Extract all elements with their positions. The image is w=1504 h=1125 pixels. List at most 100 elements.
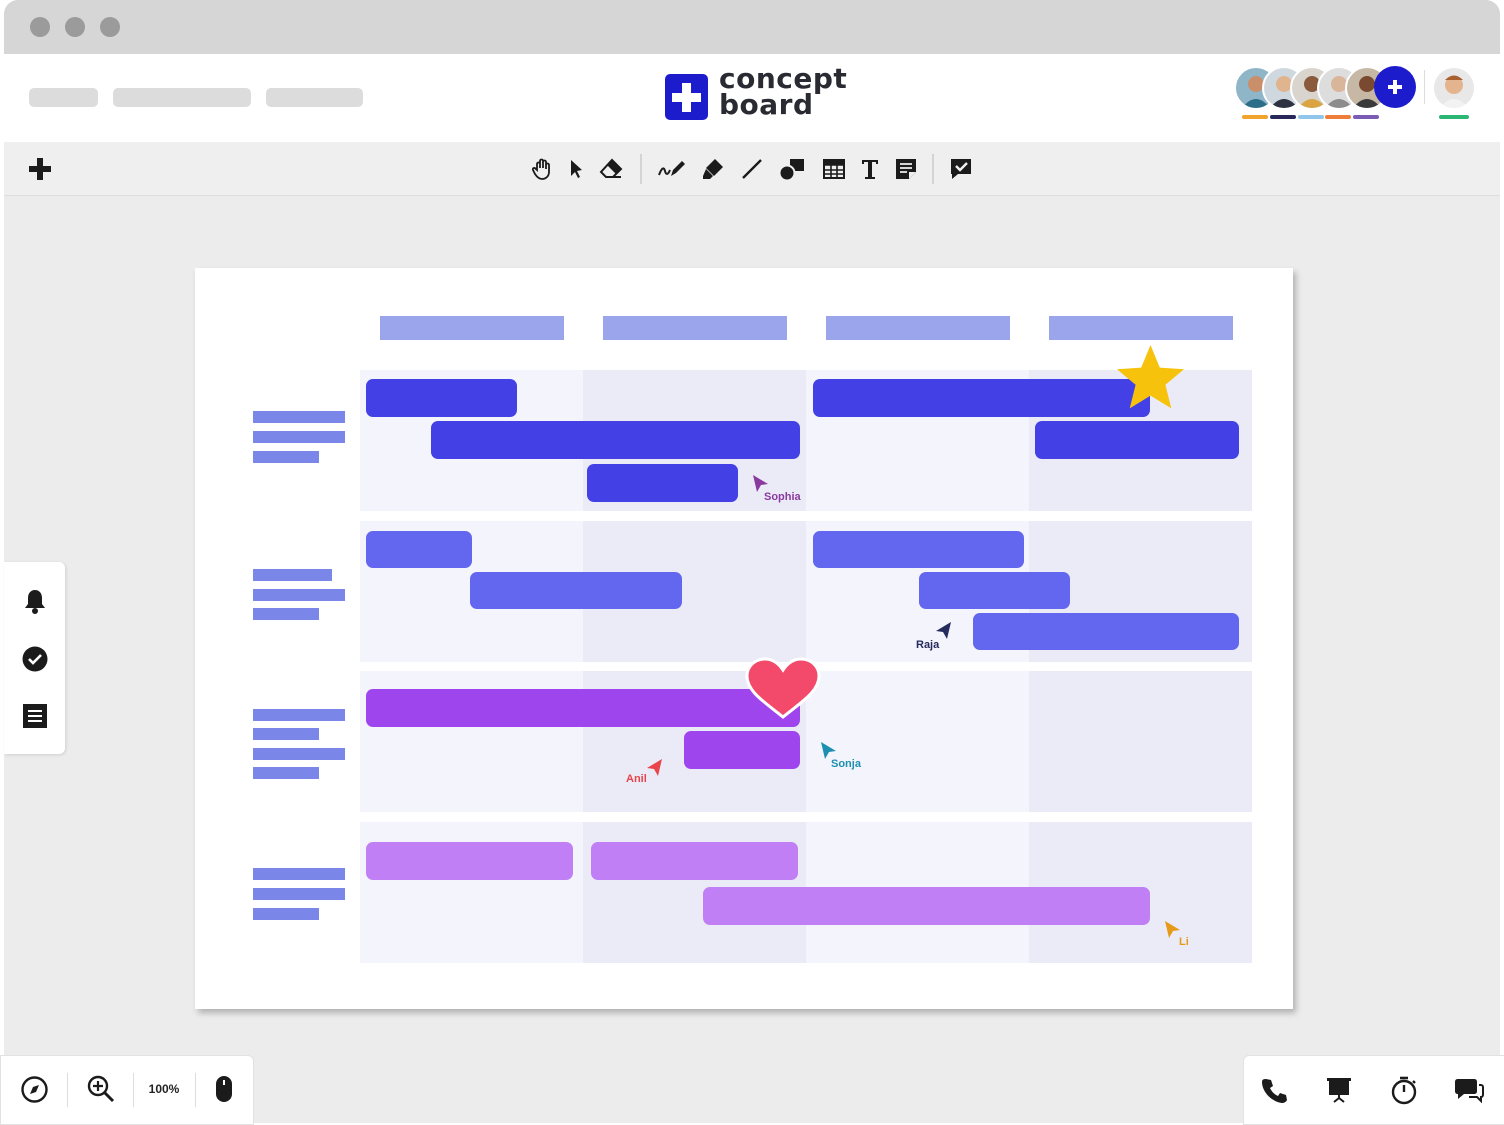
timer-button[interactable]: [1390, 1075, 1418, 1105]
panel-divider: [133, 1073, 134, 1107]
panel-divider: [195, 1073, 196, 1107]
pointer-icon: [571, 160, 582, 178]
timeline-bar[interactable]: [366, 689, 800, 727]
timeline-bar[interactable]: [366, 842, 573, 880]
panel-divider: [67, 1073, 68, 1107]
hand-icon: [531, 158, 550, 180]
row-label-line: [253, 728, 319, 740]
star-icon[interactable]: [1113, 343, 1188, 415]
shapes-tool[interactable]: [778, 155, 806, 183]
list-button[interactable]: [21, 702, 49, 730]
column-header-1: [380, 316, 564, 340]
phone-icon: [1262, 1079, 1287, 1103]
lane-cell: [1029, 671, 1252, 812]
plus-icon: [29, 158, 51, 180]
cursor-arrow-icon: [936, 622, 951, 639]
select-tool[interactable]: [562, 155, 590, 183]
timeline-bar[interactable]: [431, 421, 800, 459]
timeline-bar[interactable]: [919, 572, 1070, 609]
collaborator-color-5: [1353, 115, 1379, 119]
cursor-label-sonja: Sonja: [831, 758, 861, 770]
row-label-line: [253, 908, 319, 920]
timeline-bar[interactable]: [1035, 421, 1239, 459]
row-label-line: [253, 589, 345, 601]
column-header-3: [826, 316, 1010, 340]
timeline-bar[interactable]: [366, 379, 517, 417]
chat-button[interactable]: [1454, 1076, 1484, 1104]
eraser-tool[interactable]: [597, 155, 625, 183]
review-tool[interactable]: [947, 155, 975, 183]
timeline-bar[interactable]: [587, 464, 738, 502]
nav-placeholder-1[interactable]: [29, 88, 98, 107]
sticky-note-tool[interactable]: [892, 155, 920, 183]
collaborator-color-1: [1242, 115, 1268, 119]
eraser-icon: [599, 158, 623, 178]
add-collaborator-button[interactable]: [1374, 66, 1416, 108]
add-button[interactable]: [26, 155, 54, 183]
collaborator-color-4: [1325, 115, 1351, 119]
window-minimize-dot[interactable]: [65, 17, 85, 37]
nav-placeholder-2[interactable]: [113, 88, 251, 107]
timeline-bar[interactable]: [813, 531, 1024, 568]
logo-cross-icon: [672, 83, 701, 112]
list-icon: [23, 704, 47, 728]
heart-icon[interactable]: [744, 657, 822, 719]
navigator-button[interactable]: [20, 1075, 49, 1104]
column-header-2: [603, 316, 787, 340]
row-label-line: [253, 767, 319, 779]
timer-icon: [1391, 1076, 1417, 1105]
my-color: [1439, 115, 1469, 119]
sticky-note-icon: [896, 159, 916, 179]
zoom-in-button[interactable]: [86, 1074, 116, 1104]
highlighter-icon: [703, 159, 723, 179]
text-icon: [862, 160, 878, 179]
timeline-bar[interactable]: [703, 887, 1150, 925]
my-avatar[interactable]: [1432, 66, 1476, 110]
table-tool[interactable]: [820, 155, 848, 183]
timeline-bar[interactable]: [813, 379, 1150, 417]
timeline-bar[interactable]: [684, 731, 800, 769]
notifications-button[interactable]: [21, 587, 49, 615]
tasks-button[interactable]: [21, 645, 49, 673]
text-tool[interactable]: [856, 155, 884, 183]
row-label-line: [253, 608, 319, 620]
collaborator-color-2: [1270, 115, 1296, 119]
window-titlebar: [4, 0, 1500, 54]
chat-icon: [1455, 1079, 1484, 1104]
highlighter-tool[interactable]: [699, 155, 727, 183]
presentation-icon: [1327, 1078, 1351, 1103]
logo-mark: [665, 74, 708, 120]
window-close-dot[interactable]: [30, 17, 50, 37]
cursor-label-li: Li: [1179, 936, 1189, 948]
timeline-bar[interactable]: [973, 613, 1239, 650]
pen-tool[interactable]: [657, 155, 685, 183]
window-maximize-dot[interactable]: [100, 17, 120, 37]
compass-icon: [21, 1076, 48, 1103]
hand-tool[interactable]: [529, 155, 557, 183]
cursor-label-sophia: Sophia: [764, 491, 801, 503]
cursor-label-raja: Raja: [916, 639, 940, 651]
logo-line-2: board: [719, 88, 814, 121]
row-label-line: [253, 569, 332, 581]
line-tool[interactable]: [738, 155, 766, 183]
bell-icon: [25, 590, 45, 614]
column-header-4: [1049, 316, 1233, 340]
line-icon: [742, 159, 762, 179]
shapes-icon: [778, 159, 804, 182]
zoom-level[interactable]: 100%: [136, 1082, 192, 1096]
timeline-bar[interactable]: [366, 531, 472, 568]
call-button[interactable]: [1260, 1076, 1288, 1104]
cursor-arrow-icon: [647, 759, 662, 776]
presentation-button[interactable]: [1325, 1076, 1353, 1104]
toolbar-separator: [640, 154, 642, 184]
timeline-bar[interactable]: [470, 572, 682, 609]
nav-placeholder-3[interactable]: [266, 88, 363, 107]
timeline-bar[interactable]: [591, 842, 798, 880]
mouse-mode-button[interactable]: [214, 1074, 234, 1104]
row-label-line: [253, 709, 345, 721]
mouse-icon: [216, 1076, 232, 1102]
logo-text: concept board: [719, 65, 847, 121]
lane-cell: [806, 671, 1029, 812]
row-label-line: [253, 748, 345, 760]
row-label-line: [253, 411, 345, 423]
